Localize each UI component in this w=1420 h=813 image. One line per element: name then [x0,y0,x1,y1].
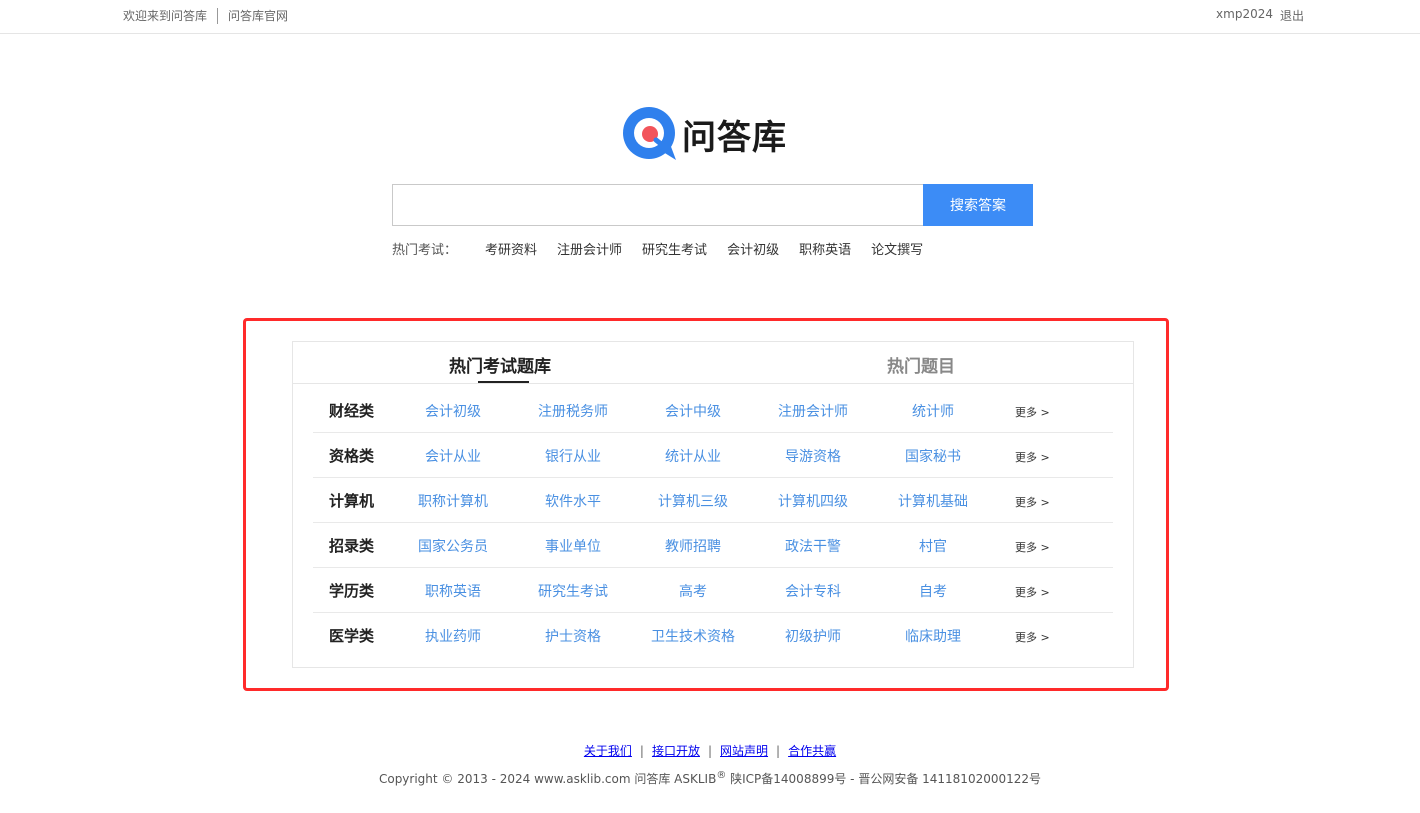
category-row: 学历类 职称英语 研究生考试 高考 会计专科 自考 更多 > [313,568,1113,613]
footer-divider: | [707,744,713,758]
exam-link[interactable]: 注册会计师 [753,401,873,421]
logout-link[interactable]: 退出 [1280,7,1304,24]
exam-link[interactable]: 计算机基础 [873,491,993,511]
exam-link[interactable]: 会计初级 [393,401,513,421]
exam-link[interactable]: 导游资格 [753,446,873,466]
username-link[interactable]: xmp2024 [1216,7,1273,24]
exam-link[interactable]: 会计中级 [633,401,753,421]
exam-link[interactable]: 银行从业 [513,446,633,466]
hot-exam-link[interactable]: 考研资料 [485,239,537,258]
exam-link[interactable]: 卫生技术资格 [633,626,753,646]
exam-link[interactable]: 研究生考试 [513,581,633,601]
more-link[interactable]: 更多 > [1015,494,1050,510]
registered-mark: ® [716,770,727,781]
exam-link[interactable]: 教师招聘 [633,536,753,556]
active-tab-underline [478,381,529,383]
category-list: 财经类 会计初级 注册税务师 会计中级 注册会计师 统计师 更多 > 资格类 会… [313,388,1113,658]
footer-cooperation-link[interactable]: 合作共赢 [788,744,836,758]
search-input[interactable] [392,184,923,226]
top-bar-divider [217,7,219,24]
exam-link[interactable]: 计算机三级 [633,491,753,511]
category-row: 计算机 职称计算机 软件水平 计算机三级 计算机四级 计算机基础 更多 > [313,478,1113,523]
exam-link[interactable]: 计算机四级 [753,491,873,511]
category-label: 财经类 [329,402,375,420]
more-link[interactable]: 更多 > [1015,404,1050,420]
category-label: 资格类 [329,447,375,465]
copyright-prefix: Copyright © 2013 - 2024 www.asklib.com 问… [378,772,717,786]
exam-link[interactable]: 统计从业 [633,446,753,466]
logo-text: 问答库 [682,117,787,158]
q-bubble-logo-icon [623,107,676,160]
exam-link[interactable]: 政法干警 [753,536,873,556]
hot-exam-link[interactable]: 会计初级 [727,239,779,258]
hot-exam-link[interactable]: 研究生考试 [642,239,707,258]
exam-link[interactable]: 护士资格 [513,626,633,646]
category-row: 医学类 执业药师 护士资格 卫生技术资格 初级护师 临床助理 更多 > [313,613,1113,658]
exam-link[interactable]: 注册税务师 [513,401,633,421]
panel-tabs: 热门考试题库 热门题目 [293,342,1133,384]
exam-link[interactable]: 统计师 [873,401,993,421]
tab-hot-questions[interactable]: 热门题目 [887,352,955,377]
search-bar: 搜索答案 [392,184,1033,226]
exam-link[interactable]: 职称计算机 [393,491,513,511]
category-label: 招录类 [329,537,375,555]
exam-link[interactable]: 软件水平 [513,491,633,511]
exam-panel: 热门考试题库 热门题目 财经类 会计初级 注册税务师 会计中级 注册会计师 统计… [292,341,1134,668]
top-bar: 欢迎来到问答库 问答库官网 xmp2024 退出 [0,0,1420,34]
more-link[interactable]: 更多 > [1015,629,1050,645]
category-label: 学历类 [329,582,375,600]
site-logo[interactable]: 问答库 [622,106,787,162]
more-link[interactable]: 更多 > [1015,449,1050,465]
footer-about-link[interactable]: 关于我们 [584,744,632,758]
exam-link[interactable]: 职称英语 [393,581,513,601]
exam-link[interactable]: 临床助理 [873,626,993,646]
copyright-text: Copyright © 2013 - 2024 www.asklib.com 问… [0,770,1420,787]
exam-link[interactable]: 会计专科 [753,581,873,601]
hot-exam-link[interactable]: 职称英语 [799,239,851,258]
footer-statement-link[interactable]: 网站声明 [720,744,768,758]
hot-exams-label: 热门考试： [392,243,458,258]
more-link[interactable]: 更多 > [1015,584,1050,600]
exam-link[interactable]: 初级护师 [753,626,873,646]
exam-link[interactable]: 事业单位 [513,536,633,556]
footer-divider: | [639,744,644,758]
category-row: 招录类 国家公务员 事业单位 教师招聘 政法干警 村官 更多 > [313,523,1113,568]
official-site-link[interactable]: 问答库官网 [228,7,288,24]
hot-exam-link[interactable]: 注册会计师 [557,239,622,258]
exam-link[interactable]: 高考 [633,581,753,601]
top-bar-left: 欢迎来到问答库 问答库官网 [123,7,288,24]
exam-link[interactable]: 执业药师 [393,626,513,646]
category-row: 财经类 会计初级 注册税务师 会计中级 注册会计师 统计师 更多 > [313,388,1113,433]
welcome-text: 欢迎来到问答库 [123,9,208,23]
footer-api-link[interactable]: 接口开放 [652,744,700,758]
tab-hot-exam-banks[interactable]: 热门考试题库 [449,352,551,377]
exam-link[interactable]: 国家公务员 [393,536,513,556]
exam-link[interactable]: 村官 [873,536,993,556]
copyright-suffix: 陕ICP备14008899号 - 晋公网安备 14118102000122号 [726,772,1042,786]
hot-exam-link[interactable]: 论文撰写 [871,239,923,258]
category-row: 资格类 会计从业 银行从业 统计从业 导游资格 国家秘书 更多 > [313,433,1113,478]
exam-link[interactable]: 自考 [873,581,993,601]
more-link[interactable]: 更多 > [1015,539,1050,555]
category-label: 医学类 [329,627,375,645]
exam-link[interactable]: 国家秘书 [873,446,993,466]
search-button[interactable]: 搜索答案 [923,184,1033,226]
category-label: 计算机 [329,492,375,510]
exam-link[interactable]: 会计从业 [393,446,513,466]
footer-divider: | [776,744,781,758]
top-bar-right: xmp2024 退出 [1216,7,1304,24]
hot-exams-bar: 热门考试： 考研资料 注册会计师 研究生考试 会计初级 职称英语 论文撰写 [392,239,943,258]
footer-links: 关于我们 | 接口开放 | 网站声明 | 合作共赢 [0,742,1420,759]
